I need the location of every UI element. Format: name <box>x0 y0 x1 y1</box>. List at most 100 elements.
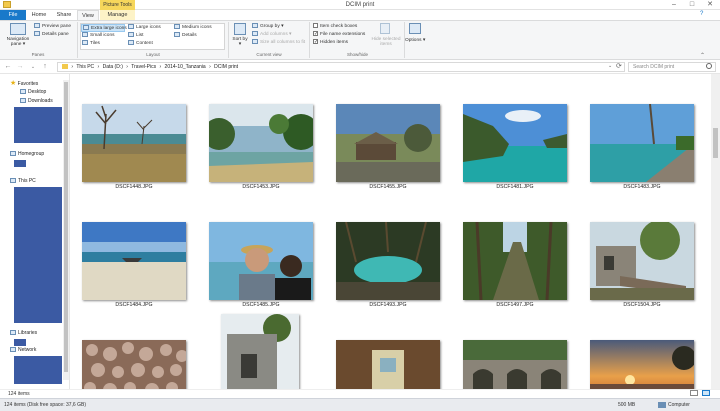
downloads-icon <box>20 98 26 104</box>
photo-cave-pool <box>336 222 440 300</box>
thumbnail-image[interactable] <box>82 104 186 182</box>
tab-share[interactable]: Share <box>52 10 76 20</box>
thumbnail-image[interactable] <box>463 222 567 300</box>
layout-group-label: Layout <box>146 52 160 57</box>
breadcrumb-tanzania[interactable]: 2014-10_Tanzania <box>165 64 206 70</box>
group-by-button[interactable]: Group by ▾ <box>252 23 283 29</box>
tab-file[interactable]: File <box>0 10 26 20</box>
breadcrumb-separator: › <box>159 64 162 70</box>
layout-tiles[interactable]: Tiles <box>81 40 125 48</box>
add-columns-button[interactable]: Add columns ▾ <box>252 31 291 37</box>
file-name[interactable]: DSCF1493.JPG <box>333 302 443 308</box>
thumbnail-image[interactable] <box>590 222 694 300</box>
thumbnail-image[interactable] <box>82 222 186 300</box>
checkbox-unchecked[interactable] <box>313 23 318 28</box>
tab-manage[interactable]: Manage <box>100 10 135 20</box>
details-view-icon[interactable] <box>690 390 698 396</box>
navigation-pane-button[interactable]: Navigation pane ▾ <box>4 37 32 47</box>
checkbox-checked[interactable]: ✓ <box>313 31 318 37</box>
size-columns-button[interactable]: Size all columns to fit <box>252 39 305 45</box>
nav-label: Homegroup <box>18 151 45 157</box>
nav-label: Libraries <box>18 330 38 336</box>
file-name[interactable]: DSCF1453.JPG <box>206 184 316 190</box>
sort-by-button[interactable]: Sort by ▾ <box>232 37 248 47</box>
thumbnail-image[interactable] <box>209 222 313 300</box>
content-scrollbar[interactable] <box>711 74 720 389</box>
layout-content[interactable]: Content <box>127 40 171 48</box>
forward-button[interactable]: → <box>15 62 25 72</box>
file-name[interactable]: DSCF1497.JPG <box>460 302 570 308</box>
maximize-button[interactable]: □ <box>684 0 700 10</box>
thumbnail-image[interactable] <box>590 340 694 389</box>
address-dropdown-button[interactable]: ⌄ <box>608 63 612 69</box>
thumbnail-image[interactable] <box>463 104 567 182</box>
nav-network[interactable]: Network <box>10 346 36 355</box>
options-icon <box>409 23 421 34</box>
file-name[interactable]: DSCF1485.JPG <box>206 302 316 308</box>
photo-sunset <box>590 340 694 389</box>
libraries-icon <box>10 330 16 336</box>
nav-scrollbar-thumb[interactable] <box>64 82 68 372</box>
recent-locations-button[interactable]: ⌄ <box>28 62 38 72</box>
thumbnail-image[interactable] <box>221 314 299 389</box>
nav-this-pc[interactable]: This PC <box>10 177 36 186</box>
nav-favorites[interactable]: ★ Favorites <box>10 79 38 88</box>
file-name[interactable]: DSCF1504.JPG <box>587 302 697 308</box>
picture-tools-tab[interactable]: Picture Tools <box>100 0 135 10</box>
nav-label: Network <box>18 347 37 353</box>
refresh-button[interactable]: ⟳ <box>616 62 622 70</box>
thumbnail-image[interactable] <box>463 340 567 389</box>
layout-details[interactable]: Details <box>173 32 221 40</box>
hide-selected-button[interactable]: Hide selected items <box>370 37 402 47</box>
thumbnail-image[interactable] <box>82 340 186 389</box>
options-button[interactable]: Options ▾ <box>405 38 425 43</box>
layout-small-icons[interactable]: Small icons <box>81 32 125 40</box>
close-button[interactable]: ✕ <box>702 0 718 10</box>
group-by-label: Group by ▾ <box>260 23 284 29</box>
checkbox-checked[interactable]: ✓ <box>313 39 318 45</box>
nav-desktop[interactable]: Desktop <box>20 88 46 97</box>
details-icon <box>174 32 180 38</box>
help-icon[interactable]: ? <box>700 11 703 17</box>
search-input[interactable]: Search DCIM print <box>628 62 716 72</box>
breadcrumb-dcim-print[interactable]: DCIM print <box>214 64 238 70</box>
breadcrumb-data-drive[interactable]: Data (D:) <box>103 64 123 70</box>
tab-home[interactable]: Home <box>28 10 50 20</box>
layout-medium-icons[interactable]: Medium icons <box>173 24 221 32</box>
nav-label: Desktop <box>28 89 47 95</box>
file-name[interactable]: DSCF1448.JPG <box>79 184 189 190</box>
thumbnail-image[interactable] <box>590 104 694 182</box>
file-name[interactable]: DSCF1484.JPG <box>79 302 189 308</box>
layout-extra-large-icons[interactable]: Extra large icons <box>81 24 127 32</box>
back-button[interactable]: ← <box>3 62 13 72</box>
layout-list[interactable]: List <box>127 32 171 40</box>
search-icon[interactable] <box>706 63 712 69</box>
nav-libraries[interactable]: Libraries <box>10 329 37 338</box>
thumbnail-image[interactable] <box>209 104 313 182</box>
minimize-button[interactable]: – <box>666 0 682 10</box>
photo-ruins-baobab <box>336 104 440 182</box>
file-name[interactable]: DSCF1483.JPG <box>587 184 697 190</box>
collapse-ribbon-icon[interactable]: ⌃ <box>700 52 705 59</box>
breadcrumb-this-pc[interactable]: This PC <box>76 64 94 70</box>
up-button[interactable]: ↑ <box>40 62 50 72</box>
large-icons-view-icon[interactable] <box>702 390 710 396</box>
file-name[interactable]: DSCF1481.JPG <box>460 184 570 190</box>
content-scrollbar-thumb[interactable] <box>713 128 718 158</box>
preview-pane-button[interactable]: Preview pane <box>34 23 71 29</box>
layout-large-icons[interactable]: Large icons <box>127 24 171 32</box>
nav-downloads[interactable]: Downloads <box>20 97 53 106</box>
thumbnail-image[interactable] <box>336 104 440 182</box>
thumbnail-image[interactable] <box>336 340 440 389</box>
file-name[interactable]: DSCF1455.JPG <box>333 184 443 190</box>
address-bar[interactable]: › This PC › Data (D:) › Travel-Pics › 20… <box>57 62 625 72</box>
item-check-boxes-toggle[interactable]: Item check boxes <box>313 23 357 29</box>
breadcrumb-travel-pics[interactable]: Travel-Pics <box>131 64 156 70</box>
thumbnail-image[interactable] <box>336 222 440 300</box>
hidden-items-toggle[interactable]: ✓ Hidden items <box>313 39 348 45</box>
file-name-extensions-toggle[interactable]: ✓ File name extensions <box>313 31 365 37</box>
details-pane-button[interactable]: Details pane <box>34 31 69 37</box>
nav-homegroup[interactable]: Homegroup <box>10 150 44 159</box>
tab-view[interactable]: View <box>77 10 99 20</box>
small-icons-icon <box>82 32 88 38</box>
